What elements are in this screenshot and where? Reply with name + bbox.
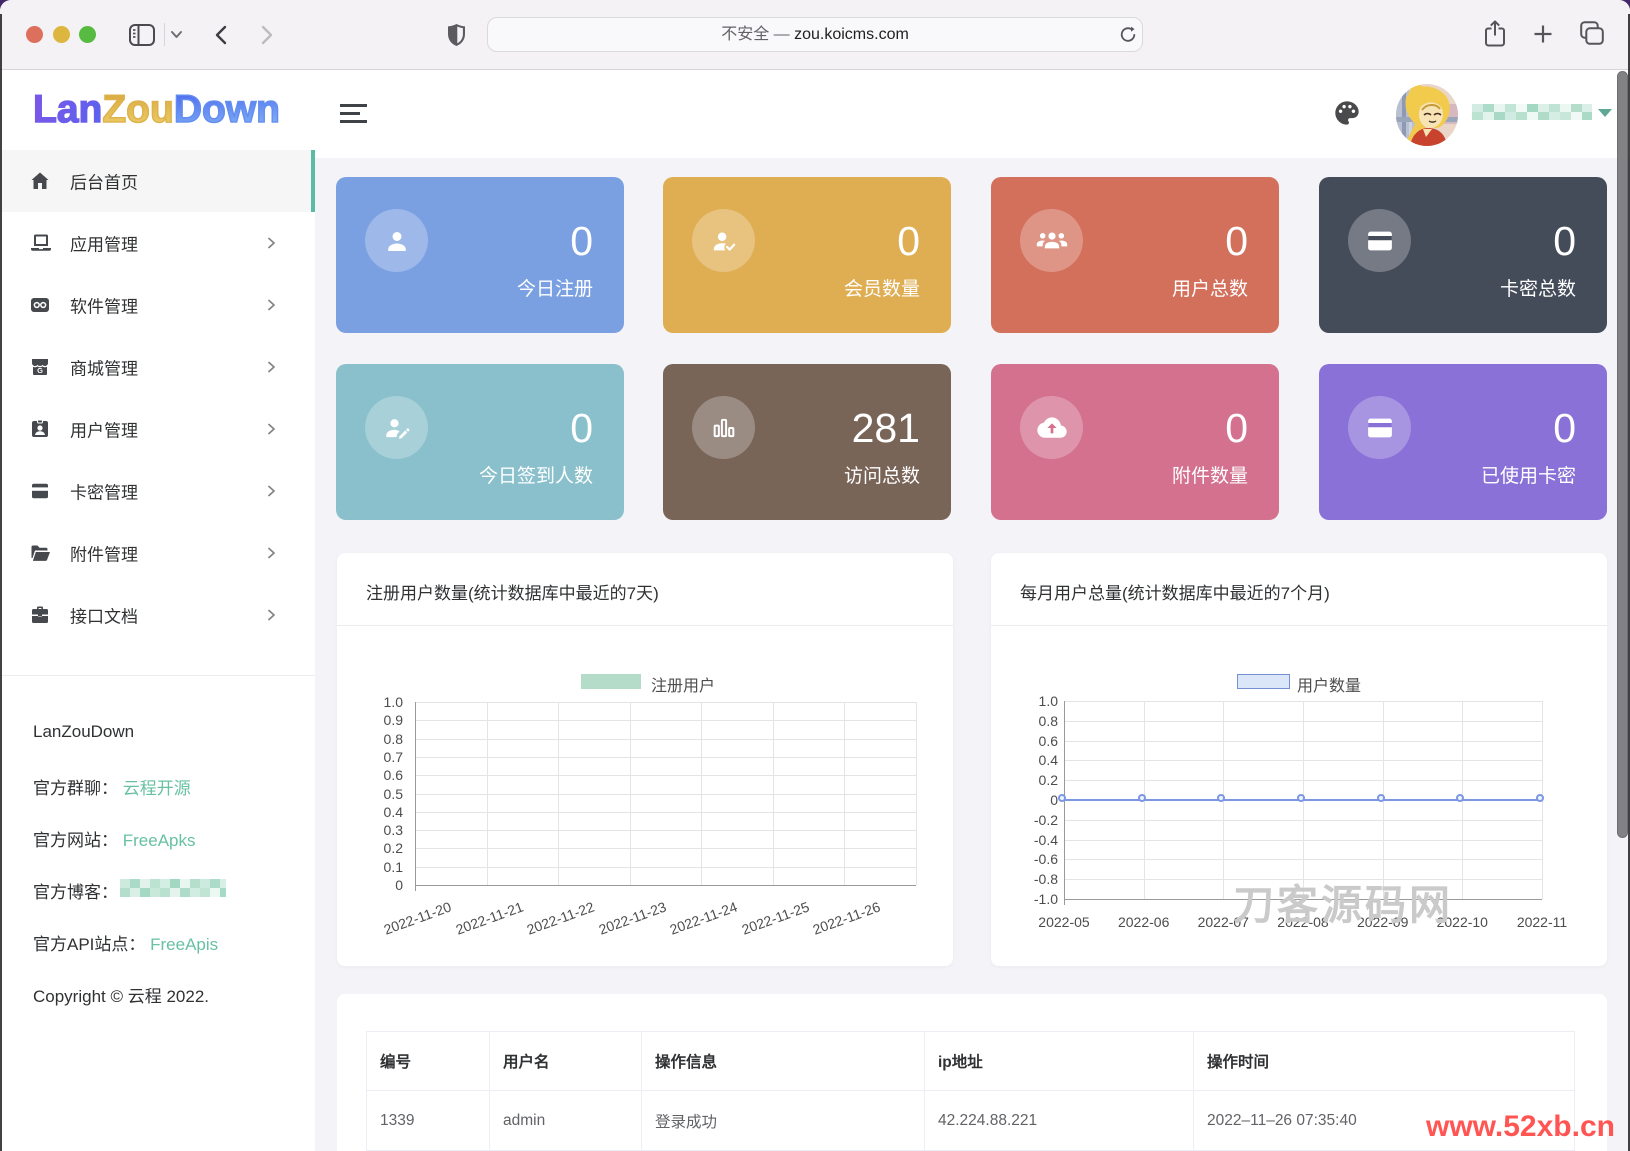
svg-text:G: G [37, 366, 43, 375]
